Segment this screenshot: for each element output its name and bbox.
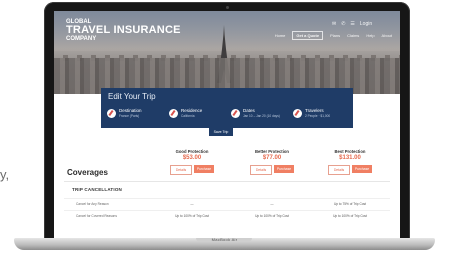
nav-home[interactable]: Home	[275, 33, 286, 40]
logo-line-2: TRAVEL INSURANCE	[66, 24, 181, 36]
details-button[interactable]: Details	[170, 165, 192, 175]
purchase-button[interactable]: Purchase	[274, 165, 294, 173]
step-value: France (Paris)	[119, 114, 140, 118]
nav-claims[interactable]: Claims	[347, 33, 359, 40]
trip-cancellation-heading: TRIP CANCELLATION	[72, 187, 122, 192]
table-row: Cancel for Covered Reasons Up to 100% of…	[64, 210, 390, 221]
website-viewport: GLOBAL TRAVEL INSURANCE COMPANY ✉ ✆ ☰ Lo…	[54, 11, 400, 243]
cell-good: Up to 100% of Trip Cost	[175, 214, 209, 218]
cell-better: —	[270, 202, 274, 206]
pencil-icon	[107, 109, 116, 118]
step-label: Destination	[119, 108, 142, 113]
plan-price: $131.00	[339, 155, 361, 161]
camera-dot	[226, 6, 229, 9]
partial-edge-text: y,	[0, 167, 10, 182]
step-label: Dates	[243, 108, 255, 113]
main-navigation: Home Get a Quote Plans Claims Help About	[275, 31, 392, 40]
mail-icon[interactable]: ✉	[332, 21, 336, 27]
edit-trip-panel: Edit Your Trip Destination France (Paris…	[101, 88, 353, 128]
logo-line-3: COMPANY	[66, 36, 97, 42]
plan-best: Best Protection $131.00 Details Purchase	[322, 149, 378, 175]
plan-price: $77.00	[262, 155, 282, 161]
phone-icon[interactable]: ✆	[341, 21, 345, 27]
plan-better: Better Protection $77.00 Details Purchas…	[244, 149, 300, 175]
utility-icons: ✉ ✆ ☰ Login	[332, 21, 372, 27]
cell-best: Up to 100% of Trip Cost	[333, 214, 367, 218]
cell-best: Up to 75% of Trip Cost	[333, 202, 367, 206]
plan-good: Good Protection $53.00 Details Purchase	[164, 149, 220, 175]
step-label: Residence	[181, 108, 203, 113]
laptop-model-label: MacBook Air	[211, 237, 238, 242]
row-label: Cancel for Any Reason	[76, 202, 109, 206]
plan-name: Good Protection	[175, 149, 209, 154]
nav-about[interactable]: About	[382, 33, 392, 40]
pencil-icon	[169, 109, 178, 118]
edit-trip-title: Edit Your Trip	[108, 92, 156, 101]
step-value: Jan 10 – Jan 20 (10 days)	[243, 114, 280, 118]
step-label: Travelers	[305, 108, 324, 113]
cell-good: —	[190, 202, 194, 206]
menu-icon[interactable]: ☰	[350, 21, 354, 27]
purchase-button[interactable]: Purchase	[352, 165, 372, 173]
pencil-icon	[293, 109, 302, 118]
plan-name: Best Protection	[334, 149, 366, 154]
hero-banner: GLOBAL TRAVEL INSURANCE COMPANY ✉ ✆ ☰ Lo…	[54, 11, 400, 94]
plan-price: $53.00	[182, 155, 202, 161]
save-trip-button[interactable]: Save Trip	[209, 128, 233, 136]
site-logo[interactable]: GLOBAL TRAVEL INSURANCE COMPANY	[66, 19, 181, 42]
row-label: Cancel for Covered Reasons	[76, 214, 117, 218]
login-link[interactable]: Login	[360, 21, 372, 27]
cell-better: Up to 100% of Trip Cost	[255, 214, 289, 218]
purchase-button[interactable]: Purchase	[194, 165, 214, 173]
laptop-screen-bezel: GLOBAL TRAVEL INSURANCE COMPANY ✉ ✆ ☰ Lo…	[44, 2, 410, 246]
nav-get-a-quote[interactable]: Get a Quote	[292, 31, 324, 40]
plan-name: Better Protection	[255, 149, 289, 154]
nav-plans[interactable]: Plans	[330, 33, 340, 40]
table-row: Cancel for Any Reason — — Up to 75% of T…	[64, 198, 390, 209]
pencil-icon	[231, 109, 240, 118]
nav-help[interactable]: Help	[366, 33, 374, 40]
coverages-heading: Coverages	[67, 168, 108, 177]
details-button[interactable]: Details	[328, 165, 350, 175]
section-divider	[64, 181, 390, 182]
step-value: California	[181, 114, 195, 118]
details-button[interactable]: Details	[250, 165, 272, 175]
step-value: 2 People · $1,000	[305, 114, 331, 118]
